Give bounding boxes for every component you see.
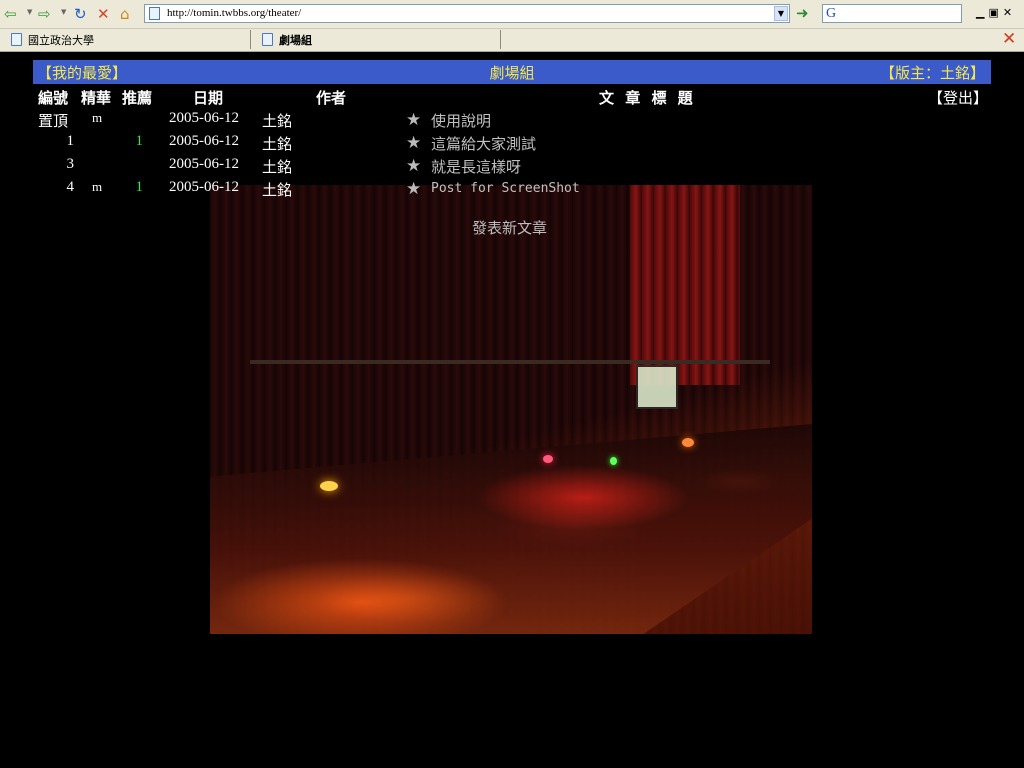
stop-icon[interactable]: ✕ [97,5,110,23]
star-icon: ★ [406,110,422,130]
back-history-dropdown-icon[interactable]: ▼ [27,8,32,16]
article-title-link[interactable]: 使用說明 [431,110,491,131]
stage-background-photo [210,185,812,634]
stage-window [636,365,678,409]
address-text[interactable]: http://tomin.twbbs.org/theater/ [167,7,301,19]
article-number: 4 [66,179,75,195]
home-icon[interactable]: ⌂ [120,5,130,23]
stage-floor [210,424,812,634]
favorites-link[interactable]: 【我的最愛】 [37,62,127,83]
back-arrow-icon[interactable]: ⇦ [4,5,17,23]
browser-toolbar: ⇦ ▼ ⇨ ▼ ↻ ✕ ⌂ http://tomin.twbbs.org/the… [0,0,1024,29]
close-tab-icon[interactable]: ✕ [1002,29,1016,49]
digest-mark: m [92,110,103,125]
column-digest: 精華 [81,89,112,107]
board-header: 劇場組 【我的最愛】 【版主：土銘】 [33,60,991,84]
address-bar[interactable]: http://tomin.twbbs.org/theater/ ▼ [144,4,790,23]
new-post-link[interactable]: 發表新文章 [472,217,547,238]
article-author[interactable]: 土銘 [262,156,292,177]
article-author[interactable]: 土銘 [262,179,292,200]
article-date: 2005-06-12 [169,110,239,126]
star-icon: ★ [406,179,422,199]
tab-theater[interactable]: 劇場組 [253,30,501,49]
moderator-label[interactable]: 【版主：土銘】 [880,62,985,83]
google-search-icon[interactable]: G [826,6,836,21]
article-title-link[interactable]: 這篇給大家測試 [431,133,536,154]
curtain [630,185,740,385]
article-date: 2005-06-12 [169,179,239,195]
table-row: 3 2005-06-12 土銘 ★ 就是長這樣呀 [0,156,1024,178]
table-row: 置頂 m 2005-06-12 土銘 ★ 使用說明 [0,110,1024,132]
article-date: 2005-06-12 [169,133,239,149]
column-recommend: 推薦 [122,89,153,107]
stage-light [543,455,553,463]
column-title: 文 章 標 題 [599,89,693,107]
board-title: 劇場組 [489,64,535,82]
logout-link[interactable]: 【登出】 [928,87,988,108]
address-dropdown-icon[interactable]: ▼ [774,6,788,21]
column-author: 作者 [316,89,347,107]
lighting-bar [250,360,770,364]
go-icon[interactable]: ➜ [796,4,809,22]
forward-arrow-icon[interactable]: ⇨ [38,5,51,23]
page-icon [11,33,22,46]
recommend-count: 1 [135,179,144,195]
star-icon: ★ [406,133,422,153]
table-row: 4 m 1 2005-06-12 土銘 ★ Post for ScreenSho… [0,179,1024,201]
forward-history-dropdown-icon[interactable]: ▼ [61,8,66,16]
article-number: 置頂 [38,112,69,130]
page-content: 劇場組 【我的最愛】 【版主：土銘】 編號 精華 推薦 日期 作者 文 章 標 … [0,52,1024,768]
star-icon: ★ [406,156,422,176]
article-title-link[interactable]: Post for ScreenShot [431,181,580,196]
digest-mark: m [92,179,103,194]
stage-light [682,438,694,447]
column-date: 日期 [193,89,224,107]
article-author[interactable]: 土銘 [262,110,292,131]
table-row: 1 1 2005-06-12 土銘 ★ 這篇給大家測試 [0,133,1024,155]
article-title-link[interactable]: 就是長這樣呀 [431,156,521,177]
tab-label: 劇場組 [279,34,312,47]
recommend-count: 1 [135,133,144,149]
google-search-box[interactable]: G [822,4,962,23]
window-controls[interactable]: ▁▣✕ [976,6,1016,19]
article-number: 3 [66,156,75,172]
tab-label: 國立政治大學 [28,34,94,47]
article-author[interactable]: 土銘 [262,133,292,154]
stage-light [320,481,338,491]
tab-bar: 國立政治大學 劇場組 [0,29,1024,52]
stage-light [610,457,617,465]
page-icon [149,7,160,20]
refresh-icon[interactable]: ↻ [74,5,87,23]
article-number: 1 [66,133,75,149]
article-date: 2005-06-12 [169,156,239,172]
page-icon [262,33,273,46]
column-number: 編號 [38,89,69,107]
tab-nccu[interactable]: 國立政治大學 [2,30,251,49]
